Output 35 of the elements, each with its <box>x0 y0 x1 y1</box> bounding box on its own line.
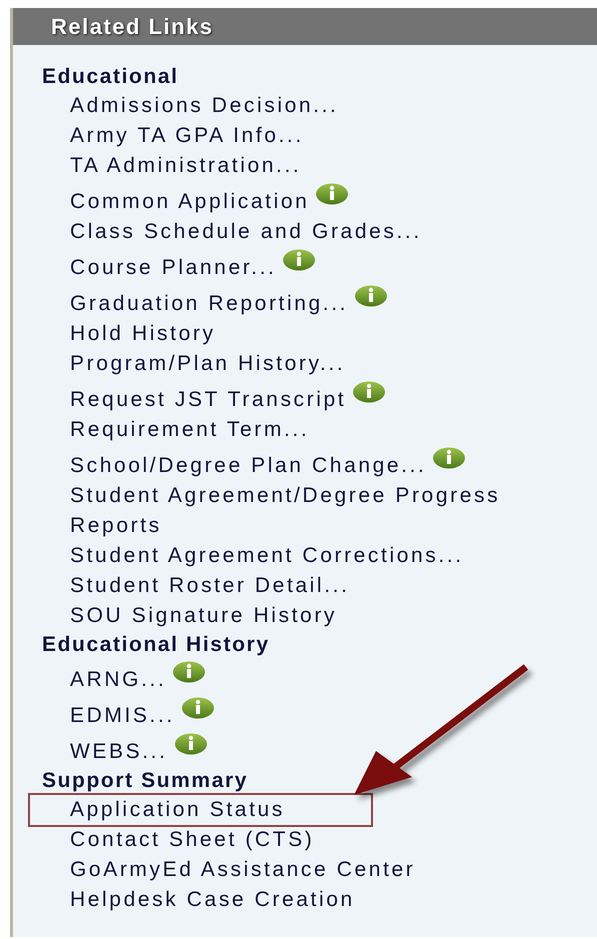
related-link[interactable]: TA Administration... <box>70 151 302 181</box>
related-link[interactable]: Graduation Reporting... <box>70 289 348 319</box>
section-heading: Support Summary <box>41 768 250 794</box>
info-icon[interactable] <box>315 183 350 205</box>
related-link[interactable]: Course Planner... <box>70 253 276 283</box>
info-icon[interactable] <box>172 661 206 683</box>
related-link[interactable]: Program/Plan History... <box>70 349 346 379</box>
related-link[interactable]: Army TA GPA Info... <box>70 121 304 151</box>
related-link[interactable]: SOU Signature History <box>70 601 338 631</box>
info-icon[interactable] <box>282 249 316 271</box>
info-icon[interactable] <box>180 697 215 719</box>
related-link[interactable]: Request JST Transcript <box>70 385 346 415</box>
related-link[interactable]: Admissions Decision... <box>70 91 338 121</box>
related-link[interactable]: EDMIS... <box>70 701 175 731</box>
section-heading: Educational History <box>41 632 271 658</box>
related-link[interactable]: School/Degree Plan Change... <box>70 451 426 481</box>
section-heading: Educational <box>41 64 180 90</box>
info-icon[interactable] <box>432 447 466 469</box>
related-link[interactable]: Class Schedule and Grades... <box>70 217 422 247</box>
related-link[interactable]: Contact Sheet (CTS) <box>70 825 314 855</box>
panel-title: Related Links <box>51 14 214 40</box>
related-link[interactable]: Student Agreement Corrections... <box>70 541 464 571</box>
info-icon[interactable] <box>174 733 208 755</box>
related-link[interactable]: Hold History <box>70 319 216 349</box>
related-link[interactable]: Requirement Term... <box>70 415 310 445</box>
related-link[interactable]: Application Status <box>28 793 373 827</box>
info-icon[interactable] <box>354 285 388 307</box>
related-link[interactable]: GoArmyEd Assistance Center <box>70 855 416 885</box>
related-link[interactable]: ARNG... <box>70 665 166 695</box>
related-link[interactable]: Common Application <box>70 187 310 217</box>
related-link[interactable]: Student Agreement/Degree Progress Reports <box>70 481 540 541</box>
related-link[interactable]: Student Roster Detail... <box>70 571 350 601</box>
related-link[interactable]: Helpdesk Case Creation <box>70 885 355 915</box>
info-icon[interactable] <box>352 381 386 403</box>
related-link[interactable]: WEBS... <box>70 737 168 767</box>
